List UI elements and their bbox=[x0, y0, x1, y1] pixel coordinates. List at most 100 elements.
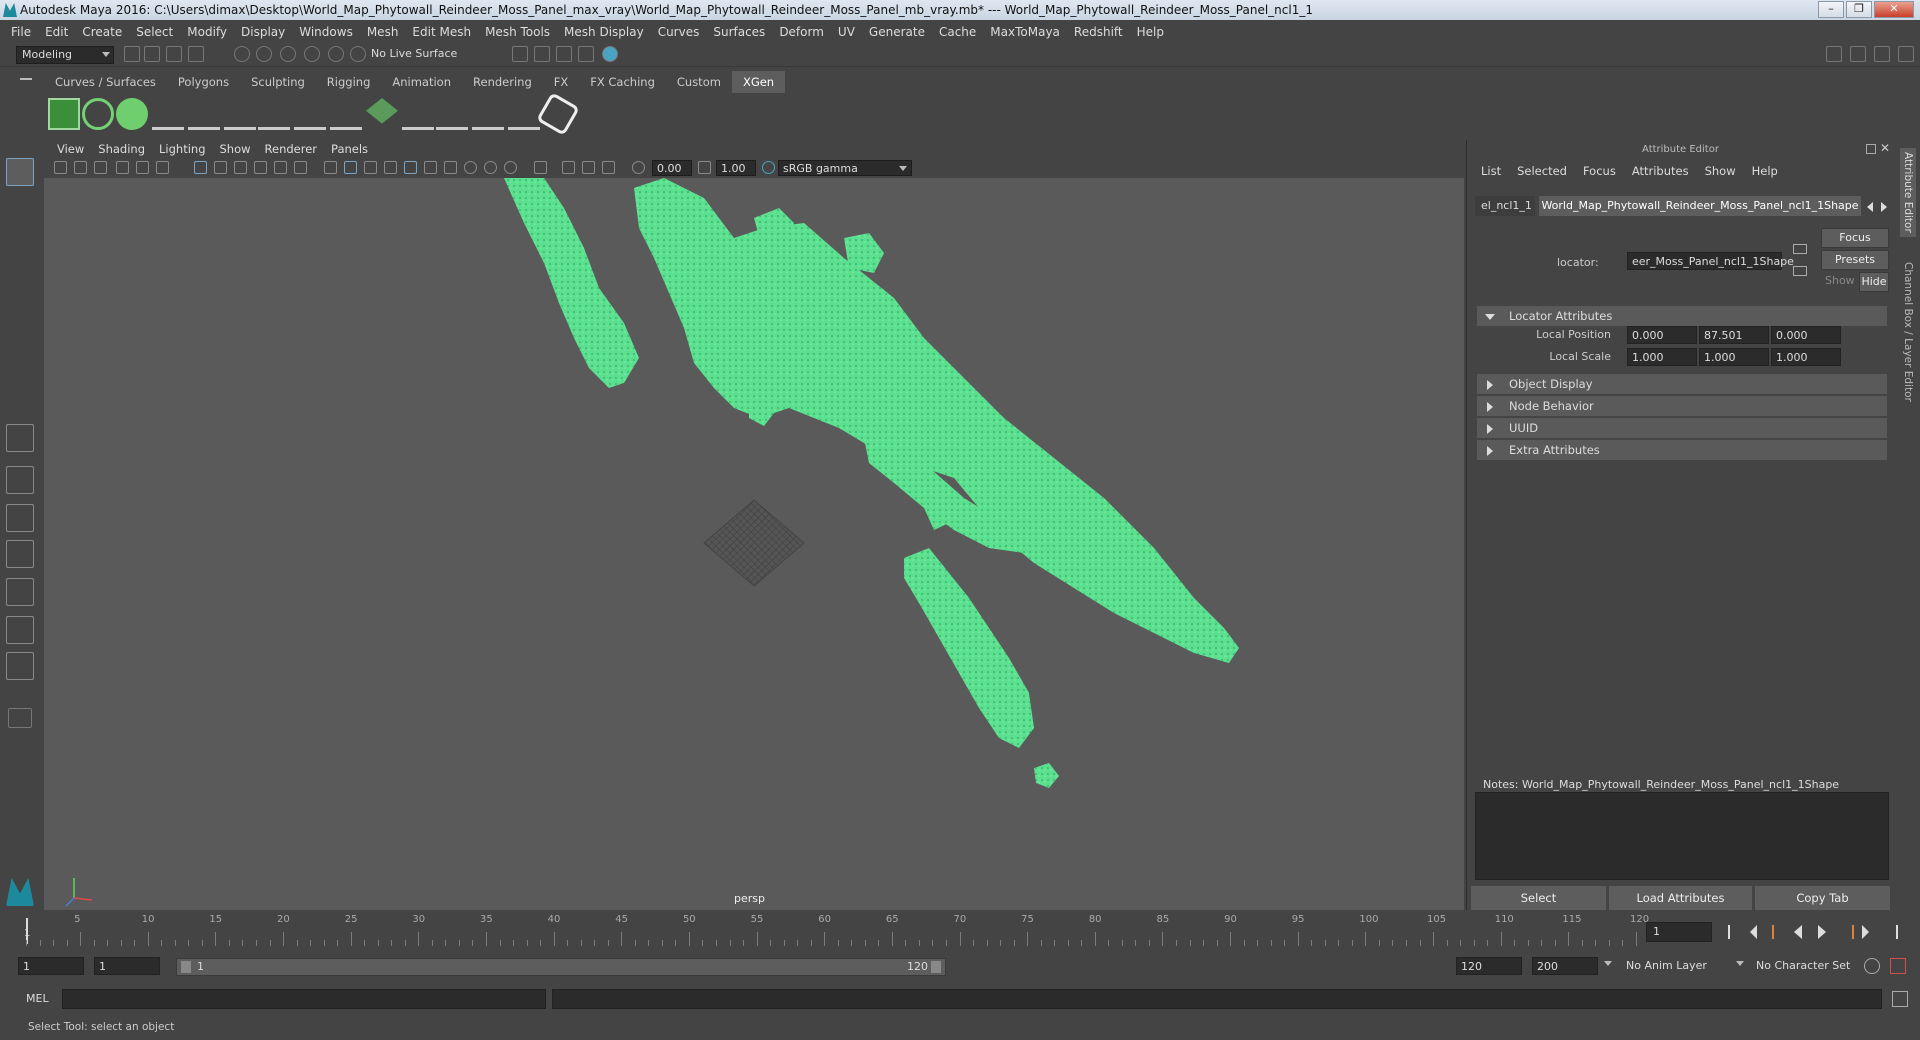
menu-generate[interactable]: Generate bbox=[862, 25, 932, 39]
menu-cache[interactable]: Cache bbox=[932, 25, 983, 39]
viewport-menu-renderer[interactable]: Renderer bbox=[258, 142, 325, 156]
ipr-render-icon[interactable] bbox=[534, 46, 550, 62]
xgen-add-guide-icon[interactable] bbox=[188, 98, 220, 130]
xray-joints-icon[interactable] bbox=[424, 161, 437, 174]
hypershade-icon[interactable] bbox=[578, 46, 594, 62]
local-position-y-field[interactable]: 87.501 bbox=[1699, 326, 1769, 344]
camera-attributes-icon[interactable] bbox=[74, 161, 87, 174]
maximize-button[interactable]: ❐ bbox=[1846, 1, 1872, 18]
shelf-tab-xgen[interactable]: XGen bbox=[731, 71, 786, 93]
time-slider[interactable]: 1 51015202530354045505560657075808590951… bbox=[20, 912, 1650, 946]
snap-surface-icon[interactable] bbox=[350, 46, 366, 62]
menu-mesh-display[interactable]: Mesh Display bbox=[557, 25, 651, 39]
local-scale-z-field[interactable]: 1.000 bbox=[1771, 348, 1841, 366]
shelf-tab-rendering[interactable]: Rendering bbox=[462, 71, 543, 93]
channel-box-toggle-icon[interactable] bbox=[1898, 46, 1914, 62]
color-space-dropdown[interactable]: sRGB gamma bbox=[778, 160, 912, 176]
toolbox-more-icon[interactable] bbox=[8, 708, 32, 728]
xgen-layers-icon[interactable] bbox=[366, 98, 398, 124]
viewport-menu-show[interactable]: Show bbox=[213, 142, 258, 156]
bookmark-icon[interactable] bbox=[94, 161, 107, 174]
open-scene-icon[interactable] bbox=[166, 46, 182, 62]
hide-button[interactable]: Hide bbox=[1859, 272, 1889, 292]
local-position-x-field[interactable]: 0.000 bbox=[1627, 326, 1697, 344]
isolate-select-icon[interactable] bbox=[534, 161, 547, 174]
exposure-icon[interactable] bbox=[632, 161, 645, 174]
close-panel-icon[interactable]: ✕ bbox=[1880, 141, 1890, 155]
tool-settings-toggle-icon[interactable] bbox=[1874, 46, 1890, 62]
gamma-field[interactable]: 1.00 bbox=[716, 160, 756, 176]
ae-menu-list[interactable]: List bbox=[1473, 162, 1509, 180]
section-extra-attributes[interactable]: Extra Attributes bbox=[1477, 440, 1887, 460]
tab-scroll-left-icon[interactable] bbox=[1867, 202, 1873, 212]
ae-copy-tab-button[interactable]: Copy Tab bbox=[1755, 886, 1891, 910]
step-back-frame-icon[interactable] bbox=[1772, 925, 1786, 939]
shelf-menu-icon[interactable] bbox=[20, 78, 32, 80]
shelf-scroll-icon[interactable] bbox=[1894, 98, 1904, 128]
shelf-tab-sculpting[interactable]: Sculpting bbox=[240, 71, 316, 93]
two-sided-lighting-icon[interactable] bbox=[602, 161, 615, 174]
xgen-sculpt-guide-icon[interactable] bbox=[258, 98, 290, 130]
menu-uv[interactable]: UV bbox=[831, 25, 862, 39]
playback-end-field[interactable]: 120 bbox=[1456, 957, 1522, 975]
go-to-start-icon[interactable] bbox=[1728, 925, 1742, 939]
xgen-create-description-icon[interactable] bbox=[116, 98, 148, 130]
menu-edit[interactable]: Edit bbox=[38, 25, 75, 39]
ae-tab-transform[interactable]: el_ncl1_1 bbox=[1475, 196, 1535, 216]
persp-hypershade-layout-icon[interactable] bbox=[6, 578, 34, 606]
viewport-menu-lighting[interactable]: Lighting bbox=[152, 142, 212, 156]
local-position-z-field[interactable]: 0.000 bbox=[1771, 326, 1841, 344]
ae-load-attributes-button[interactable]: Load Attributes bbox=[1609, 886, 1753, 910]
gate-mask-icon[interactable] bbox=[254, 161, 267, 174]
ae-select-button[interactable]: Select bbox=[1471, 886, 1607, 910]
go-to-input-icon[interactable] bbox=[1793, 244, 1807, 254]
motion-blur-icon[interactable] bbox=[464, 161, 477, 174]
presets-button[interactable]: Presets bbox=[1821, 250, 1889, 270]
xgen-groom-icon[interactable] bbox=[402, 98, 434, 130]
menu-windows[interactable]: Windows bbox=[292, 25, 360, 39]
single-view-layout-icon[interactable] bbox=[6, 424, 34, 452]
lasso-icon[interactable] bbox=[234, 46, 250, 62]
step-forward-key-icon[interactable] bbox=[1862, 925, 1869, 939]
menu-maxtomaya[interactable]: MaxToMaya bbox=[983, 25, 1067, 39]
ae-menu-show[interactable]: Show bbox=[1697, 162, 1744, 180]
menu-mesh[interactable]: Mesh bbox=[360, 25, 406, 39]
range-slider[interactable]: 1 120 bbox=[176, 958, 946, 976]
shelf-tab-polygons[interactable]: Polygons bbox=[166, 71, 241, 93]
shelf-tab-curves-surfaces[interactable]: Curves / Surfaces bbox=[44, 71, 167, 93]
play-forward-icon[interactable] bbox=[1818, 925, 1826, 939]
animation-end-field[interactable]: 200 bbox=[1532, 957, 1598, 975]
locator-name-field[interactable]: eer_Moss_Panel_ncl1_1Shape bbox=[1627, 252, 1794, 270]
local-scale-x-field[interactable]: 1.000 bbox=[1627, 348, 1697, 366]
character-set-dropdown[interactable]: No Character Set bbox=[1756, 959, 1850, 972]
frame-all-icon[interactable] bbox=[562, 161, 575, 174]
section-uuid[interactable]: UUID bbox=[1477, 418, 1887, 438]
move-tool-icon[interactable] bbox=[6, 266, 34, 294]
snap-curve-icon[interactable] bbox=[280, 46, 296, 62]
snap-point-icon[interactable] bbox=[304, 46, 320, 62]
mel-label[interactable]: MEL bbox=[26, 992, 49, 1005]
xgen-guide-length-icon[interactable] bbox=[330, 98, 362, 130]
menu-modify[interactable]: Modify bbox=[180, 25, 234, 39]
outliner-layout-icon[interactable] bbox=[6, 652, 34, 680]
depth-of-field-icon[interactable] bbox=[504, 161, 517, 174]
modeling-toolkit-icon[interactable] bbox=[1826, 46, 1842, 62]
current-frame-field[interactable]: 1 bbox=[1646, 922, 1712, 942]
select-tool-icon[interactable] bbox=[6, 158, 34, 186]
section-object-display[interactable]: Object Display bbox=[1477, 374, 1887, 394]
ae-menu-help[interactable]: Help bbox=[1744, 162, 1786, 180]
section-node-behavior[interactable]: Node Behavior bbox=[1477, 396, 1887, 416]
chevron-down-icon[interactable] bbox=[1736, 961, 1744, 966]
range-end-handle[interactable] bbox=[931, 961, 941, 973]
xgen-hexagon-icon[interactable] bbox=[536, 92, 580, 136]
xgen-preview-icon[interactable] bbox=[82, 98, 114, 130]
notes-textarea[interactable] bbox=[1475, 792, 1889, 880]
animation-start-field[interactable]: 1 bbox=[18, 957, 84, 975]
persp-outliner-layout-icon[interactable] bbox=[6, 504, 34, 532]
camera-select-icon[interactable] bbox=[54, 161, 67, 174]
anti-aliasing-icon[interactable] bbox=[484, 161, 497, 174]
minimize-button[interactable]: – bbox=[1818, 1, 1844, 18]
four-view-layout-icon[interactable] bbox=[6, 466, 34, 494]
ae-menu-selected[interactable]: Selected bbox=[1509, 162, 1575, 180]
render-view-icon[interactable] bbox=[602, 46, 618, 62]
